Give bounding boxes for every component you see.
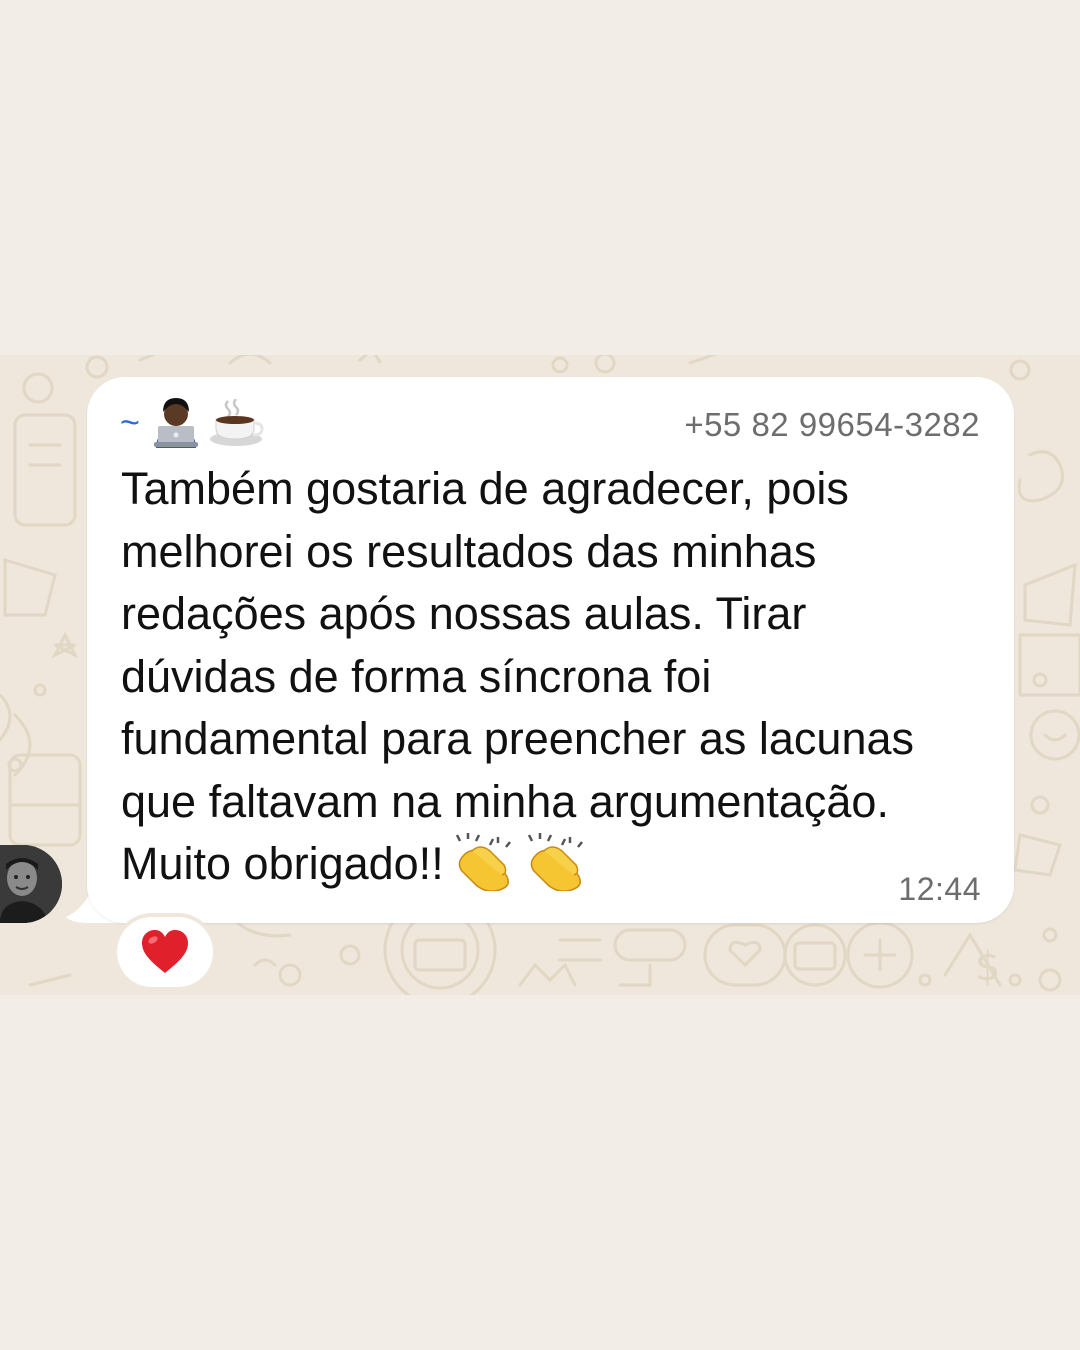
message-line: Muito obrigado!! <box>121 838 444 889</box>
message-line: que faltavam na minha argumentação. <box>121 775 889 827</box>
message-line: fundamental para preencher as lacunas <box>121 713 915 764</box>
clapping-hands-icon <box>527 833 583 891</box>
message-line: melhorei os resultados das minhas <box>121 525 817 577</box>
reaction-badge[interactable] <box>117 917 213 987</box>
technologist-icon <box>153 398 198 448</box>
svg-text:$: $ <box>975 944 1000 990</box>
message-timestamp: 12:44 <box>898 871 981 907</box>
message-line: Também gostaria de agradecer, pois <box>121 463 849 514</box>
sender-phone[interactable]: +55 82 99654-3282 <box>684 406 980 444</box>
message-line: redações após nossas aulas. Tirar <box>121 588 807 639</box>
message-line-last: Muito obrigado!! <box>121 833 991 896</box>
message-text: Também gostaria de agradecer, pois melho… <box>121 458 991 896</box>
sender-prefix: ~ <box>120 404 140 442</box>
message-line: dúvidas de forma síncrona foi <box>121 650 712 702</box>
clapping-hands-icon <box>455 833 511 891</box>
red-heart-icon <box>142 930 188 973</box>
coffee-icon <box>209 399 264 446</box>
sender-name[interactable]: ~ <box>120 398 264 448</box>
